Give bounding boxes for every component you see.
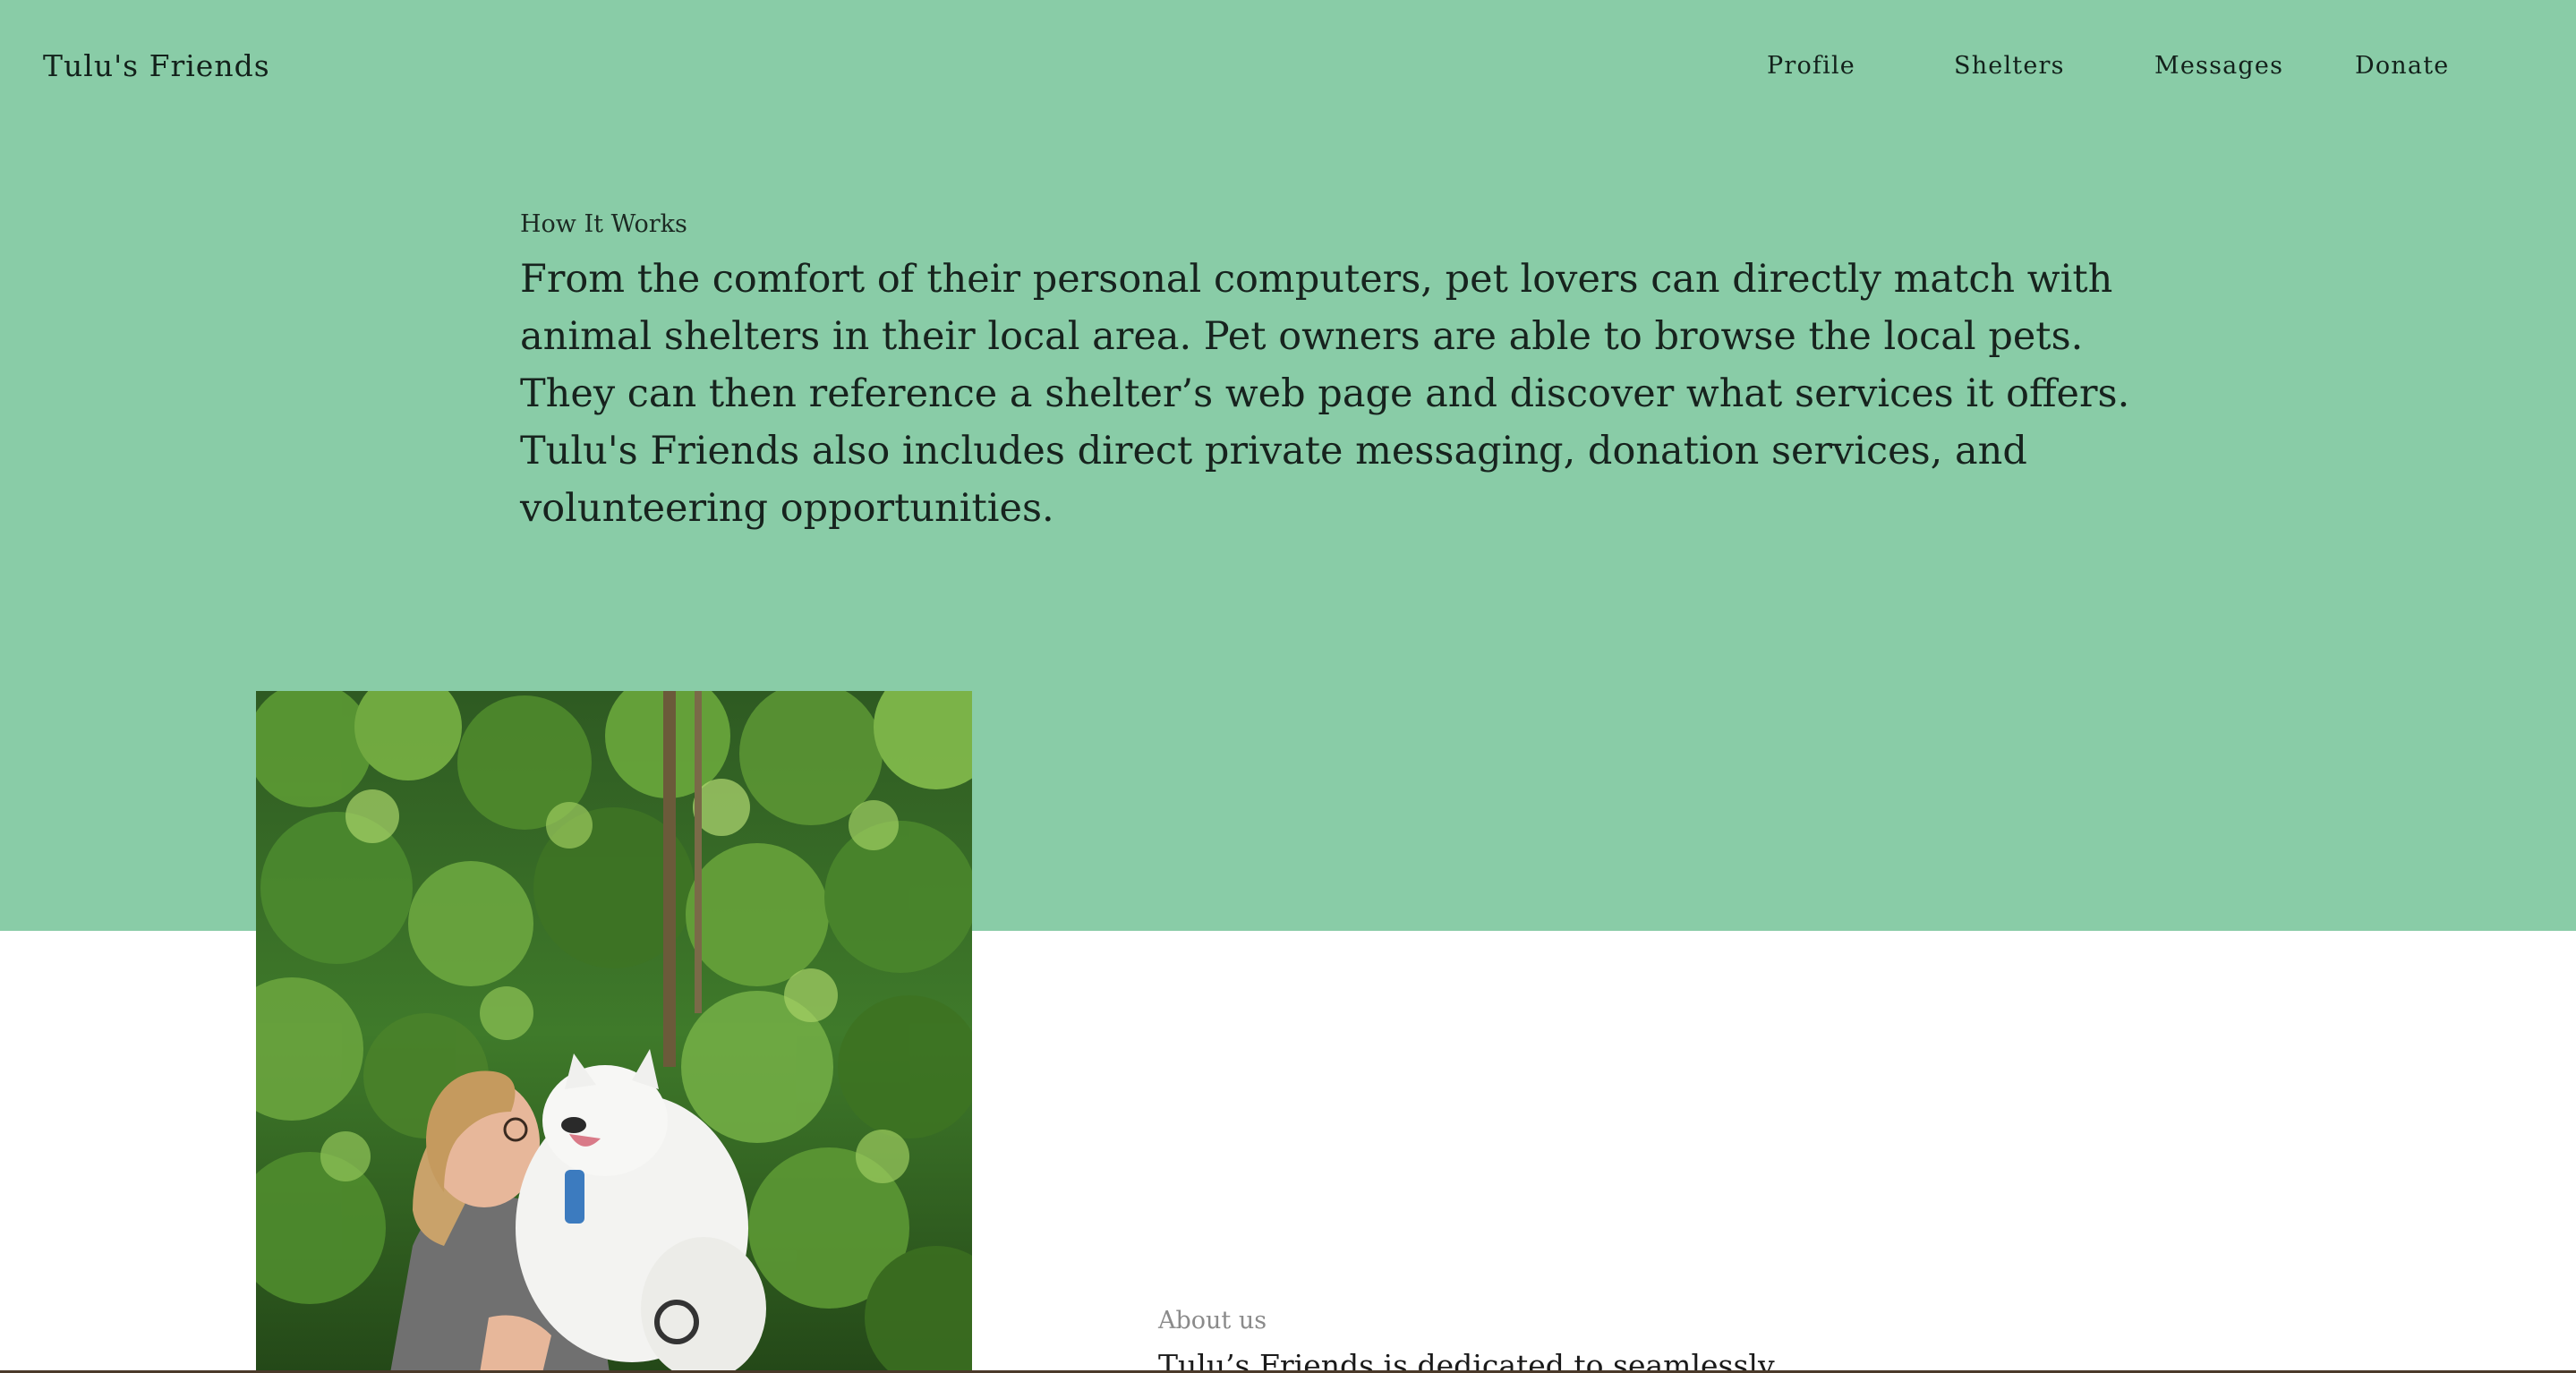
page: Tulu's Friends Profile Shelters Messages… <box>0 0 2576 1373</box>
woman-holding-dog-photo <box>256 691 972 1373</box>
description-line: Tulu's Friends also includes direct priv… <box>520 429 2027 473</box>
nav-shelters-link[interactable]: Shelters <box>1954 52 2065 80</box>
description-line: animal shelters in their local area. Pet… <box>520 314 2084 359</box>
how-it-works-description: From the comfort of their personal compu… <box>520 251 2130 537</box>
how-it-works-label: How It Works <box>520 210 687 238</box>
brand-logo-link[interactable]: Tulu's Friends <box>43 48 270 83</box>
nav-messages-link[interactable]: Messages <box>2154 52 2283 80</box>
description-line: They can then reference a shelter’s web … <box>520 371 2130 416</box>
nav-profile-link[interactable]: Profile <box>1767 52 1855 80</box>
nav-donate-link[interactable]: Donate <box>2355 52 2449 80</box>
about-us-text: Tulu’s Friends is dedicated to seamlessl… <box>1158 1348 1775 1373</box>
description-line: volunteering opportunities. <box>520 486 1054 531</box>
about-us-label: About us <box>1158 1307 1267 1335</box>
description-line: From the comfort of their personal compu… <box>520 257 2113 302</box>
photo-illustration <box>256 691 972 1373</box>
